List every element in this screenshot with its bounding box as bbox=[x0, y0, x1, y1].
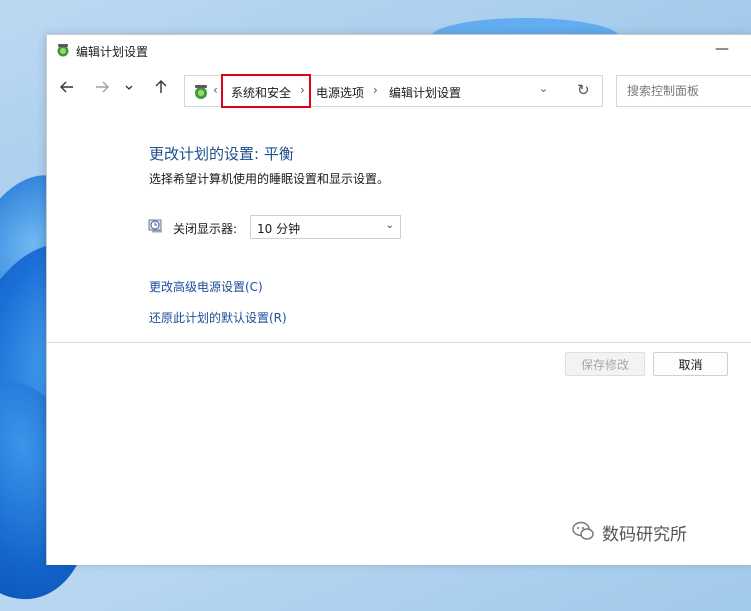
advanced-power-settings-link[interactable]: 更改高级电源设置(C) bbox=[149, 278, 263, 295]
arrow-up-icon bbox=[155, 80, 167, 93]
cancel-button[interactable]: 取消 bbox=[653, 352, 728, 376]
breadcrumb-separator: › bbox=[300, 83, 305, 97]
minimize-button[interactable]: — bbox=[710, 40, 734, 60]
recent-locations-button[interactable] bbox=[122, 79, 136, 101]
refresh-button[interactable]: ↻ bbox=[577, 81, 590, 99]
power-options-icon bbox=[57, 44, 69, 57]
breadcrumb-separator: › bbox=[373, 83, 378, 97]
page-description: 选择希望计算机使用的睡眠设置和显示设置。 bbox=[149, 172, 390, 186]
up-button[interactable] bbox=[150, 79, 172, 101]
arrow-right-icon bbox=[96, 81, 109, 93]
display-off-label: 关闭显示器: bbox=[173, 222, 238, 236]
power-options-icon bbox=[195, 85, 207, 99]
breadcrumb-edit-plan[interactable]: 编辑计划设置 bbox=[389, 84, 461, 101]
monitor-clock-icon bbox=[148, 219, 162, 233]
search-box[interactable] bbox=[616, 75, 751, 107]
arrow-left-icon bbox=[60, 81, 73, 93]
breadcrumb-power-options[interactable]: 电源选项 bbox=[316, 84, 364, 101]
chevron-down-icon: ⌄ bbox=[385, 220, 394, 231]
back-button[interactable] bbox=[56, 79, 78, 101]
navigation-bar: ‹ 系统和安全 › 电源选项 › 编辑计划设置 ⌄ ↻ bbox=[47, 71, 751, 111]
control-panel-window: 编辑计划设置 — ‹ 系统和安全 › 电源选项 › 编辑计划设置 ⌄ ↻ 搜索控… bbox=[46, 34, 751, 565]
title-bar[interactable]: 编辑计划设置 — bbox=[47, 35, 751, 65]
breadcrumb-separator: ‹ bbox=[213, 83, 218, 97]
address-dropdown-button[interactable]: ⌄ bbox=[539, 82, 548, 95]
search-input[interactable] bbox=[625, 83, 749, 99]
page-title: 更改计划的设置: 平衡 bbox=[149, 145, 294, 163]
divider bbox=[47, 342, 751, 343]
window-title: 编辑计划设置 bbox=[76, 45, 149, 59]
forward-button[interactable] bbox=[91, 79, 113, 101]
highlight-box bbox=[221, 74, 311, 108]
chevron-down-icon bbox=[125, 85, 133, 90]
display-off-value: 10 分钟 bbox=[257, 222, 301, 236]
address-bar[interactable]: ‹ 系统和安全 › 电源选项 › 编辑计划设置 ⌄ ↻ bbox=[184, 74, 603, 108]
wechat-icon bbox=[572, 521, 594, 540]
restore-defaults-link[interactable]: 还原此计划的默认设置(R) bbox=[149, 309, 287, 326]
save-changes-button[interactable]: 保存修改 bbox=[565, 352, 645, 376]
display-off-select[interactable]: 10 分钟 ⌄ bbox=[250, 215, 401, 239]
watermark-text: 数码研究所 bbox=[602, 525, 687, 545]
